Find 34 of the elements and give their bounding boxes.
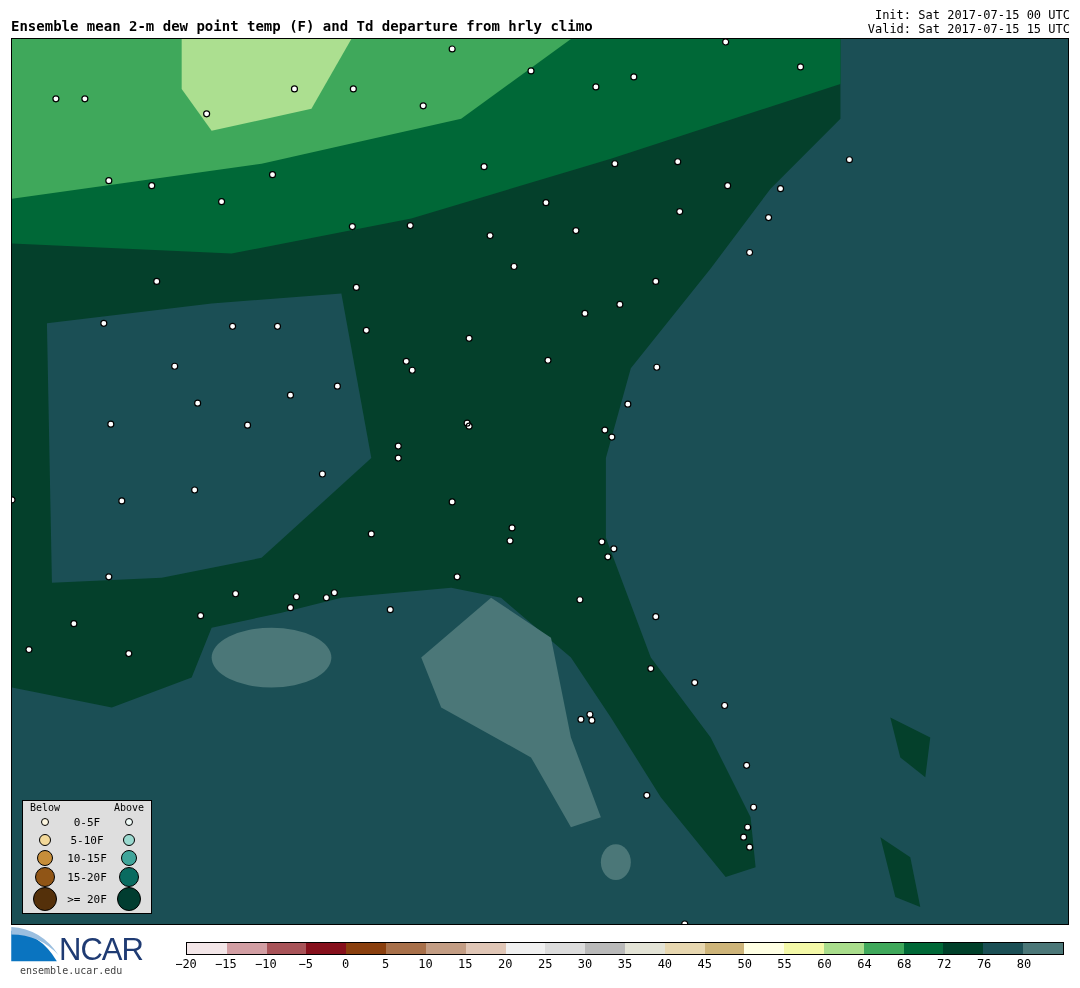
scale-label: 45 <box>697 957 712 971</box>
scale-label: 76 <box>976 957 992 971</box>
legend-label: >= 20F <box>67 892 107 906</box>
init-time: Init: Sat 2017-07-15 00 UTC <box>874 8 1070 22</box>
scale-label: 20 <box>498 957 513 971</box>
scale-label: 80 <box>1016 957 1032 971</box>
scale-label: −5 <box>298 957 313 971</box>
scale-label: 0 <box>342 957 350 971</box>
legend-heading: Above <box>113 801 145 813</box>
scale-label: −10 <box>254 957 277 971</box>
scale-label: 25 <box>537 957 553 971</box>
legend-label: 15-20F <box>67 870 107 884</box>
scale-label: 10 <box>418 957 433 971</box>
legend-label: 0-5F <box>73 815 101 829</box>
chart-title: Ensemble mean 2-m dew point temp (F) and Td departure from hrly climo <box>11 18 593 36</box>
scale-label: 30 <box>577 957 593 971</box>
scale-label: 5 <box>381 957 390 971</box>
legend-label: 10-15F <box>67 851 107 865</box>
legend-heading: Below <box>29 801 61 813</box>
scale-label: 50 <box>737 957 752 971</box>
scale-label: 55 <box>777 957 792 971</box>
scale-label: 68 <box>897 957 912 971</box>
legend-label: 5-10F <box>70 833 104 847</box>
scale-label: 64 <box>857 957 872 971</box>
scale-label: 15 <box>458 957 473 971</box>
logo-text: NCAR <box>59 935 143 965</box>
scale-label: 60 <box>817 957 832 971</box>
site-url: ensemble.ucar.edu <box>19 965 124 976</box>
scale-label: −20 <box>175 957 197 971</box>
scale-label: 72 <box>937 957 952 971</box>
valid-time: Valid: Sat 2017-07-15 15 UTC <box>867 22 1070 36</box>
scale-label: 35 <box>617 957 633 971</box>
scale-label: −15 <box>215 957 237 971</box>
scale-label: 40 <box>657 957 673 971</box>
